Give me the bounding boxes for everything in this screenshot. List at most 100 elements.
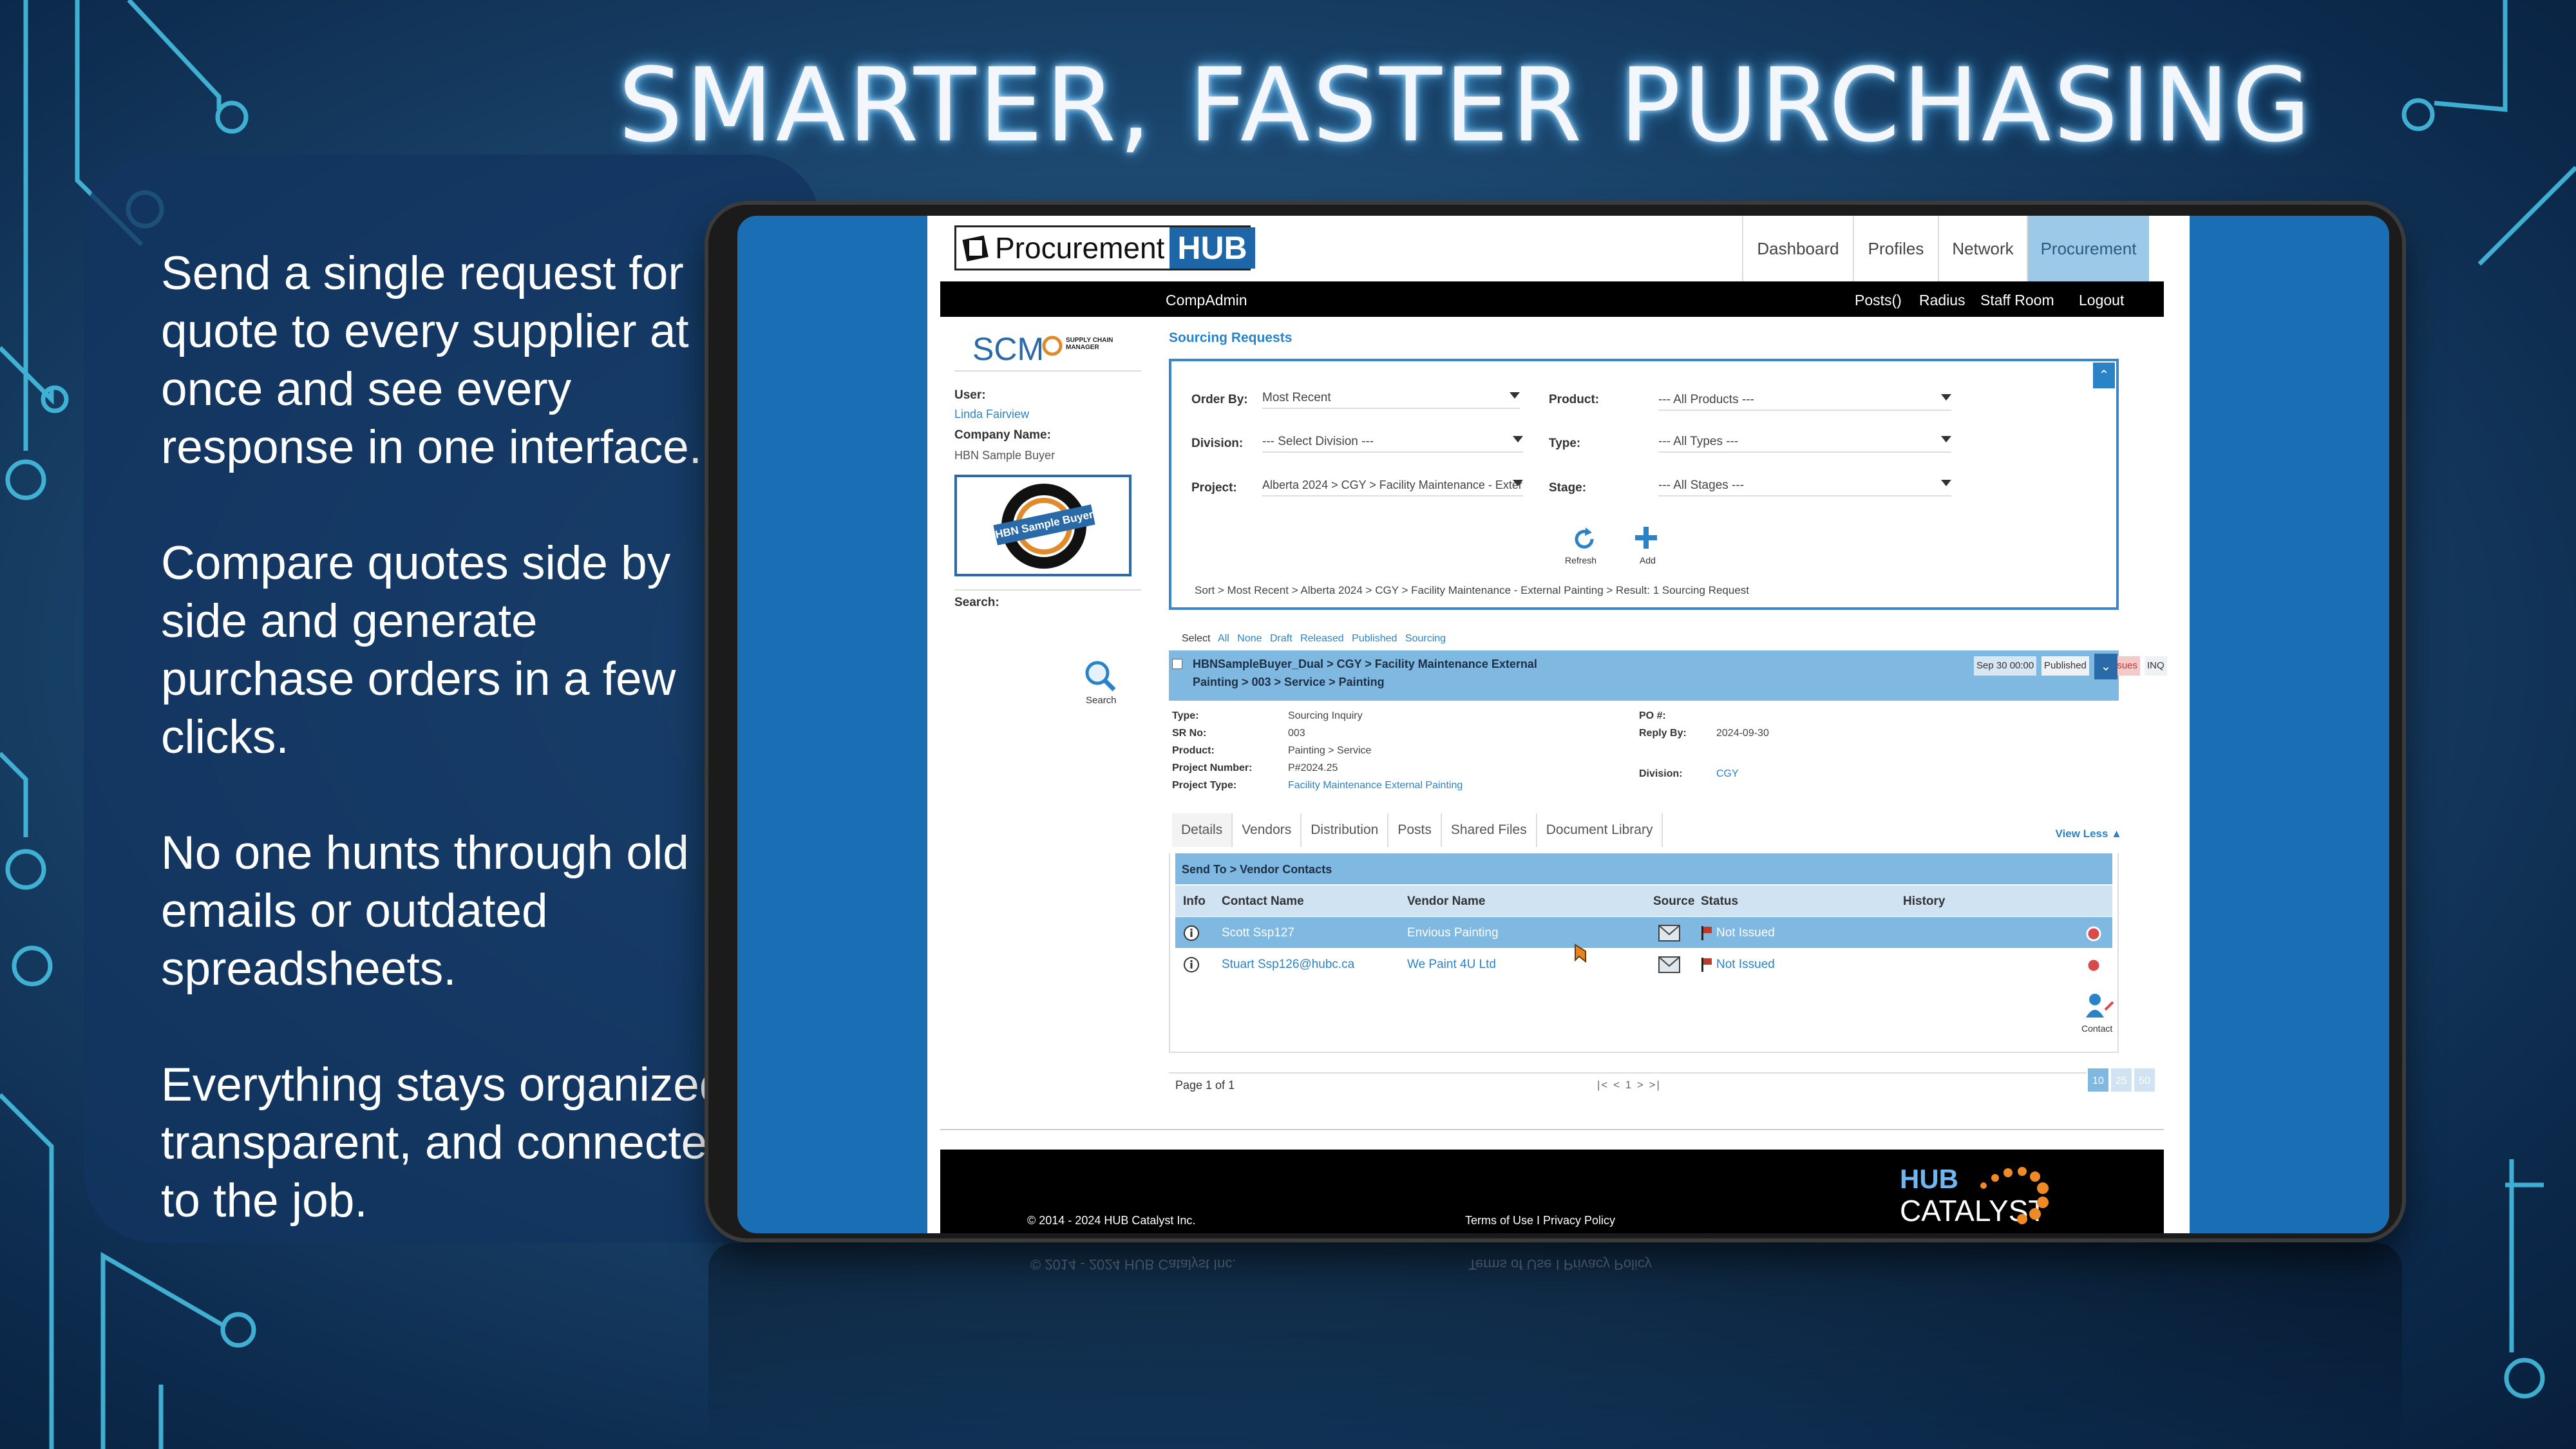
nav-dashboard[interactable]: Dashboard [1742,216,1853,281]
select-label: Select [1182,633,1211,644]
tab-vendors[interactable]: Vendors [1233,813,1302,847]
info-icon[interactable] [1183,925,1200,942]
detail-reply-label: Reply By: [1639,728,1687,739]
mouse-cursor-icon [1575,943,1586,963]
order-by-select[interactable]: Most Recent [1262,391,1520,409]
terms-privacy-link[interactable]: Terms of Use I Privacy Policy [1465,1214,1615,1227]
add-icon[interactable] [1633,525,1659,551]
detail-srno-label: SR No: [1172,728,1207,739]
select-sourcing[interactable]: Sourcing [1405,633,1446,644]
flag-icon [1701,958,1712,972]
footer: © 2014 - 2024 HUB Catalyst Inc. Terms of… [940,1150,2164,1233]
logo-hub: HUB [1170,227,1255,269]
detail-type: Sourcing Inquiry [1288,710,1363,721]
user-name-link[interactable]: Linda Fairview [954,408,1029,421]
request-title-line1[interactable]: HBNSampleBuyer_Dual > CGY > Facility Mai… [1193,658,1537,671]
col-vendor[interactable]: Vendor Name [1407,895,1485,909]
request-title-line2[interactable]: Painting > 003 > Service > Painting [1193,676,1385,689]
project-select[interactable]: Alberta 2024 > CGY > Facility Maintenanc… [1262,478,1523,497]
select-filter-row: Select All None Draft Released Published… [1182,633,1446,645]
nav-procurement[interactable]: Procurement [2027,216,2149,281]
top-bar-posts[interactable]: Posts() [1855,292,1902,309]
select-released[interactable]: Released [1300,633,1344,644]
row-contact[interactable]: Scott Ssp127 [1222,926,1294,940]
tab-details[interactable]: Details [1172,813,1233,847]
table-row[interactable]: Stuart Ssp126@hubc.ca We Paint 4U Ltd No… [1175,949,2112,980]
web-page: Procurement HUB Dashboard Profiles Netwo… [927,216,2190,1233]
select-all[interactable]: All [1218,633,1229,644]
top-bar-user[interactable]: CompAdmin [1166,292,1247,309]
info-icon[interactable] [1183,956,1200,973]
request-checkbox[interactable] [1172,659,1182,669]
col-source: Source [1653,895,1695,908]
col-status[interactable]: Status [1701,895,1738,909]
row-status: Not Issued [1716,958,1775,971]
col-contact[interactable]: Contact Name [1222,895,1304,909]
view-less-link[interactable]: View Less ▲ [2056,828,2122,840]
detail-projnum-label: Project Number: [1172,762,1253,773]
procurement-hub-logo[interactable]: Procurement HUB [954,225,1255,270]
row-vendor[interactable]: Envious Painting [1407,926,1499,940]
email-source-icon[interactable] [1658,955,1680,974]
search-label: Search: [954,596,999,609]
detail-reply: 2024-09-30 [1716,728,1769,739]
page-size-options: 10 25 50 [2087,1067,2156,1093]
stage-select[interactable]: --- All Stages --- [1658,478,1951,497]
nav-profiles[interactable]: Profiles [1853,216,1938,281]
select-none[interactable]: None [1237,633,1262,644]
top-bar-radius[interactable]: Radius [1919,292,1965,309]
top-bar-staff-room[interactable]: Staff Room [1980,292,2054,309]
add-contact-icon[interactable] [2083,992,2116,1021]
detail-type-label: Type: [1172,710,1199,721]
expand-icon[interactable]: ⌄ [2094,654,2117,679]
tab-document-library[interactable]: Document Library [1537,813,1663,847]
tablet-screen: Procurement HUB Dashboard Profiles Netwo… [737,216,2389,1233]
remove-icon[interactable] [2086,926,2101,942]
detail-division[interactable]: CGY [1716,768,1739,780]
row-status: Not Issued [1716,926,1775,940]
detail-projtype-label: Project Type: [1172,780,1237,791]
collapse-icon[interactable]: ⌃ [2093,363,2115,388]
section-title: Sourcing Requests [1169,330,1293,345]
project-label: Project: [1191,481,1237,495]
reflection-terms: Terms of Use I Privacy Policy [1468,1256,1652,1273]
page-size-25[interactable]: 25 [2110,1067,2133,1093]
remove-icon[interactable] [2086,958,2101,973]
search-icon[interactable] [1083,659,1117,692]
detail-division-label: Division: [1639,768,1683,779]
scm-logo: SCM [972,331,1045,367]
row-vendor[interactable]: We Paint 4U Ltd [1407,958,1496,972]
pager-controls[interactable]: |< < 1 > >| [1597,1079,1661,1092]
type-label: Type: [1549,437,1581,450]
slide-title: SMARTER, FASTER PURCHASING [618,46,2314,165]
row-contact[interactable]: Stuart Ssp126@hubc.ca [1222,958,1354,972]
tab-posts[interactable]: Posts [1388,813,1442,847]
product-select[interactable]: --- All Products --- [1658,393,1951,411]
select-draft[interactable]: Draft [1270,633,1293,644]
product-label: Product: [1549,393,1600,406]
hub-logo-icon [962,235,989,261]
page-size-50[interactable]: 50 [2133,1067,2156,1093]
tablet-reflection: © 2014 - 2024 HUB Catalyst Inc. Terms of… [708,1243,2402,1449]
type-select[interactable]: --- All Types --- [1658,435,1951,453]
select-published[interactable]: Published [1352,633,1397,644]
division-label: Division: [1191,437,1244,450]
page-size-10[interactable]: 10 [2087,1067,2110,1093]
detail-projtype[interactable]: Facility Maintenance External Painting [1288,780,1463,791]
table-header: Info Contact Name Vendor Name Source Sta… [1175,886,2112,916]
nav-network[interactable]: Network [1938,216,2027,281]
refresh-label: Refresh [1565,555,1597,565]
order-by-label: Order By: [1191,393,1248,406]
top-bar: CompAdmin Posts() Radius Staff Room Logo… [940,281,2164,317]
table-row[interactable]: Scott Ssp127 Envious Painting Not Issued [1175,917,2112,948]
tab-distribution[interactable]: Distribution [1302,813,1389,847]
refresh-icon[interactable] [1571,526,1597,552]
tab-shared-files[interactable]: Shared Files [1442,813,1537,847]
division-select[interactable]: --- Select Division --- [1262,435,1523,453]
top-bar-logout[interactable]: Logout [2079,292,2124,309]
user-label: User: [954,388,986,402]
company-badge: HBN Sample Buyer [954,475,1132,576]
reflection-copyright: © 2014 - 2024 HUB Catalyst Inc. [1030,1256,1236,1273]
email-source-icon[interactable] [1658,923,1680,943]
detail-srno: 003 [1288,728,1305,739]
